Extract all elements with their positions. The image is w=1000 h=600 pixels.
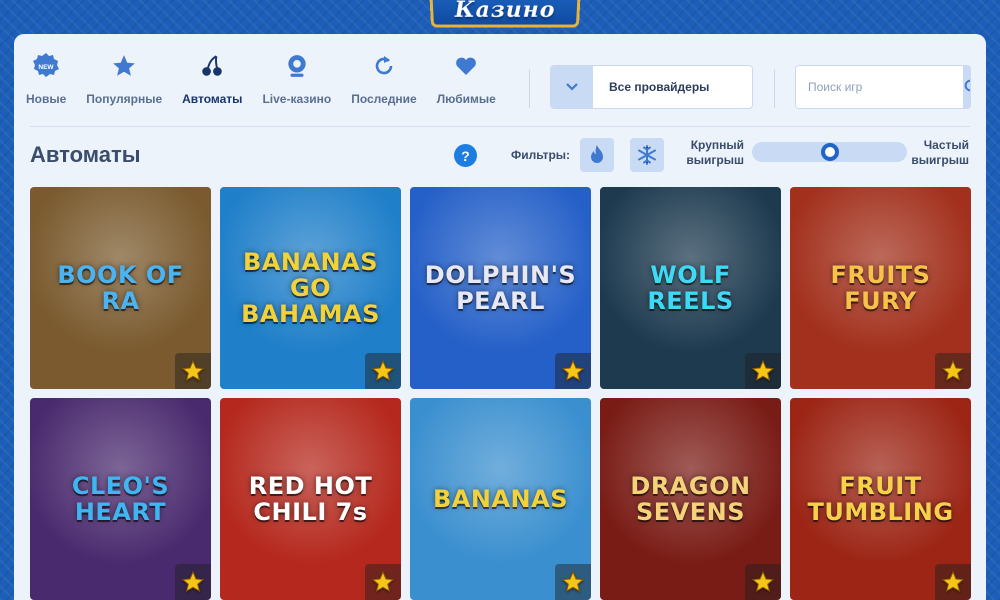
favorite-button[interactable] (935, 564, 971, 600)
star-icon (181, 570, 205, 593)
favorite-button[interactable] (555, 353, 591, 389)
search-icon (964, 79, 970, 92)
game-title: FRUITS FURY (830, 261, 931, 315)
svg-text:NEW: NEW (39, 64, 55, 71)
star-icon (371, 570, 395, 593)
star-icon (751, 570, 775, 593)
nav-item-live-casino[interactable]: Live-казино (262, 52, 331, 106)
game-title: FRUIT TUMBLING (807, 472, 954, 526)
search-input[interactable] (796, 66, 963, 108)
favorite-button[interactable] (935, 353, 971, 389)
nav-label-new: Новые (26, 92, 67, 106)
nav-item-recent[interactable]: Последние (351, 52, 417, 106)
game-title: BANANAS GO BAHAMAS (241, 248, 380, 328)
fire-icon (591, 145, 603, 163)
star-icon (751, 359, 775, 382)
search-divider (774, 70, 775, 108)
top-bar: NEW Новые Популярные Автоматы Live-казин… (14, 34, 986, 126)
favorite-button[interactable] (175, 353, 211, 389)
game-card[interactable]: FRUITS FURY (790, 187, 971, 389)
category-nav: NEW Новые Популярные Автоматы Live-казин… (26, 52, 516, 106)
page-title: Автоматы (30, 142, 141, 167)
webcam-icon (283, 52, 311, 80)
game-card[interactable]: DOLPHIN'S PEARL (410, 187, 591, 389)
search-button[interactable] (963, 66, 970, 108)
favorite-button[interactable] (555, 564, 591, 600)
search-box (795, 65, 971, 109)
nav-item-new[interactable]: NEW Новые (26, 52, 66, 106)
refresh-icon (370, 52, 398, 80)
casino-logo[interactable]: Казино (428, 0, 582, 28)
nav-item-popular[interactable]: Популярные (86, 52, 162, 106)
game-card[interactable]: BANANAS (410, 398, 591, 600)
nav-label-slots: Автоматы (182, 92, 243, 106)
game-card[interactable]: WOLF REELS (600, 187, 781, 389)
favorite-button[interactable] (365, 564, 401, 600)
provider-select-value: Все провайдеры (609, 80, 710, 94)
filter-cold-button[interactable] (630, 138, 664, 172)
star-icon (941, 570, 965, 593)
nav-item-favorites[interactable]: Любимые (437, 52, 496, 106)
game-card[interactable]: DRAGON SEVENS (600, 398, 781, 600)
favorite-button[interactable] (745, 564, 781, 600)
filter-hot-button[interactable] (580, 138, 614, 172)
snowflake-icon (638, 145, 656, 165)
game-card[interactable]: CLEO'S HEART (30, 398, 211, 600)
games-grid: BOOK OF RA BANANAS GO BAHAMAS DOLPHIN'S PE… (30, 187, 971, 600)
nav-label-live-casino: Live-казино (262, 92, 332, 106)
filters-label: Фильтры: (511, 148, 571, 162)
nav-divider (529, 70, 530, 108)
game-title: DOLPHIN'S PEARL (424, 261, 577, 315)
chevron-down-icon (551, 66, 593, 108)
star-icon (941, 359, 965, 382)
favorite-button[interactable] (745, 353, 781, 389)
game-card[interactable]: RED HOT CHILI 7s (220, 398, 401, 600)
game-card[interactable]: BANANAS GO BAHAMAS (220, 187, 401, 389)
heart-icon (452, 52, 480, 80)
game-title: DRAGON SEVENS (630, 472, 751, 526)
nav-label-favorites: Любимые (436, 92, 496, 106)
header-divider (30, 126, 970, 127)
game-title: WOLF REELS (647, 261, 734, 315)
slider-label-big-win: Крупный выигрыш (686, 138, 744, 167)
star-icon (110, 52, 138, 80)
game-title: BOOK OF RA (57, 261, 184, 315)
new-badge-icon: NEW (32, 52, 60, 80)
nav-label-recent: Последние (351, 92, 417, 106)
game-card[interactable]: FRUIT TUMBLING (790, 398, 971, 600)
logo-text: Казино (454, 0, 556, 23)
star-icon (371, 359, 395, 382)
game-title: CLEO'S HEART (71, 472, 170, 526)
favorite-button[interactable] (175, 564, 211, 600)
help-button[interactable]: ? (454, 144, 477, 167)
provider-select[interactable]: Все провайдеры (550, 65, 753, 109)
slider-label-frequent-win: Частый выигрыш (911, 138, 969, 167)
game-title: BANANAS (433, 485, 568, 513)
nav-item-slots[interactable]: Автоматы (182, 52, 242, 106)
game-title: RED HOT CHILI 7s (248, 472, 373, 526)
star-icon (561, 359, 585, 382)
slider-thumb[interactable] (820, 143, 839, 161)
star-icon (561, 570, 585, 593)
cherries-icon (198, 52, 226, 80)
favorite-button[interactable] (365, 353, 401, 389)
game-card[interactable]: BOOK OF RA (30, 187, 211, 389)
star-icon (181, 359, 205, 382)
nav-label-popular: Популярные (86, 92, 163, 106)
games-panel: NEW Новые Популярные Автоматы Live-казин… (14, 34, 986, 600)
volatility-slider[interactable] (752, 142, 907, 162)
